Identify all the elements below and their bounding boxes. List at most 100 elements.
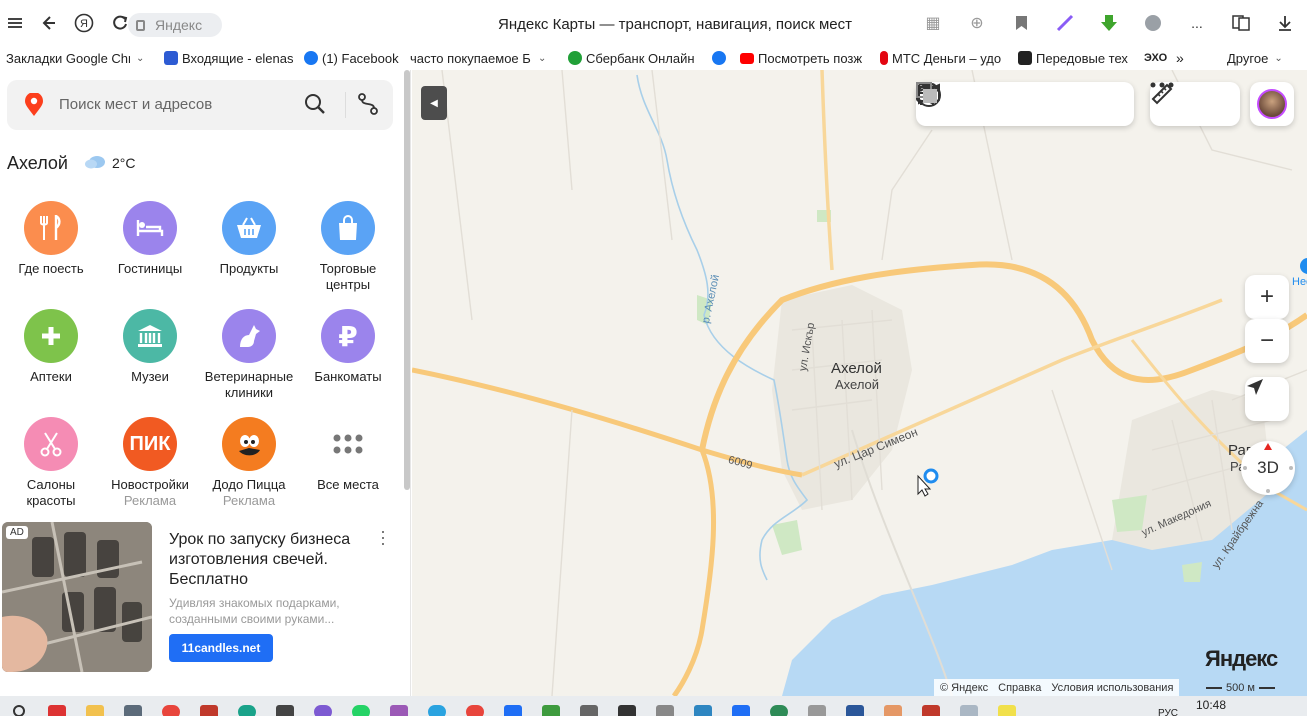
city-name[interactable]: Ахелой bbox=[7, 153, 68, 174]
zoom-in-button[interactable]: + bbox=[1245, 275, 1289, 319]
category-museums[interactable]: Музеи bbox=[101, 309, 199, 385]
browser-actions: ▦ ⊕ ... bbox=[911, 8, 1307, 38]
back-icon[interactable] bbox=[30, 5, 66, 41]
language-indicator[interactable]: РУС bbox=[1158, 708, 1178, 716]
app-icon[interactable] bbox=[538, 696, 564, 716]
category-malls[interactable]: Торговые центры bbox=[299, 201, 397, 293]
search-icon[interactable] bbox=[304, 93, 326, 118]
address-bar[interactable]: Яндекс bbox=[128, 13, 222, 37]
my-location-button[interactable] bbox=[1245, 377, 1289, 421]
app-icon[interactable] bbox=[652, 696, 678, 716]
category-label: Музеи bbox=[131, 369, 169, 384]
category-food[interactable]: Где поесть bbox=[2, 201, 100, 277]
app-icon[interactable] bbox=[690, 696, 716, 716]
app-icon[interactable] bbox=[234, 696, 260, 716]
weather[interactable]: 2°C bbox=[84, 153, 136, 172]
route-icon[interactable] bbox=[357, 92, 379, 119]
bookmark-item[interactable] bbox=[706, 46, 734, 70]
chrome-icon[interactable] bbox=[158, 696, 184, 716]
zoom-icon[interactable]: ⊕ bbox=[955, 8, 999, 38]
search-input[interactable]: Поиск мест и адресов bbox=[59, 96, 212, 113]
ad-link-button[interactable]: 11candles.net bbox=[169, 634, 273, 662]
museum-icon bbox=[123, 309, 177, 363]
category-vet-clinics[interactable]: Ветеринарные клиники bbox=[200, 309, 298, 401]
category-new-buildings[interactable]: ПИК Новостройки Реклама bbox=[101, 417, 199, 509]
download-extension-icon[interactable] bbox=[1087, 8, 1131, 38]
chrome-icon[interactable] bbox=[462, 696, 488, 716]
folder-icon[interactable] bbox=[82, 696, 108, 716]
more-bookmarks-icon[interactable]: » bbox=[1170, 46, 1198, 70]
bookmark-item[interactable]: Сбербанк Онлайн bbox=[562, 46, 706, 70]
terms-link[interactable]: Условия использования bbox=[1051, 682, 1173, 694]
yandex-logo[interactable]: Яндекс bbox=[1205, 646, 1278, 672]
search-icon[interactable] bbox=[6, 696, 32, 716]
map-canvas[interactable]: Ахелой Ахелой ул. Искър ул. Цар Симеон 6… bbox=[412, 70, 1307, 696]
app-icon[interactable] bbox=[918, 696, 944, 716]
category-atms[interactable]: ₽ Банкоматы bbox=[299, 309, 397, 385]
app-icon[interactable] bbox=[614, 696, 640, 716]
app-icon[interactable] bbox=[766, 696, 792, 716]
app-icon[interactable] bbox=[880, 696, 906, 716]
viber-icon[interactable] bbox=[310, 696, 336, 716]
app-icon[interactable] bbox=[272, 696, 298, 716]
calculator-icon[interactable] bbox=[120, 696, 146, 716]
category-pharmacies[interactable]: Аптеки bbox=[2, 309, 100, 385]
basket-icon bbox=[222, 201, 276, 255]
more-menu[interactable]: ... bbox=[1175, 8, 1219, 38]
bookmark-item[interactable]: Посмотреть позж bbox=[734, 46, 874, 70]
bed-icon bbox=[123, 201, 177, 255]
whatsapp-icon[interactable] bbox=[348, 696, 374, 716]
user-avatar[interactable] bbox=[1250, 82, 1294, 126]
bookmark-icon[interactable] bbox=[999, 8, 1043, 38]
bookmark-item[interactable]: МТС Деньги – удо bbox=[874, 46, 1012, 70]
sidebar: Поиск мест и адресов Ахелой 2°C Где поес… bbox=[0, 70, 411, 696]
category-hotels[interactable]: Гостиницы bbox=[101, 201, 199, 277]
bookmark-folder[interactable]: часто покупаемое Б ⌄ bbox=[400, 46, 562, 70]
bookmark-folder[interactable]: Закладки Google Chr ⌄ bbox=[0, 46, 158, 70]
more-vertical-icon[interactable]: · · · bbox=[380, 522, 386, 552]
ad-image[interactable]: AD bbox=[2, 522, 152, 672]
menu-icon[interactable] bbox=[0, 5, 30, 41]
bookmark-item[interactable]: ЭХО bbox=[1138, 46, 1170, 70]
sidebar-scrollbar[interactable] bbox=[404, 70, 410, 490]
downloads-icon[interactable] bbox=[1263, 8, 1307, 38]
app-icon[interactable] bbox=[196, 696, 222, 716]
browser-toolbar: Я Яндекс Яндекс Карты — транспорт, навиг… bbox=[0, 0, 1307, 46]
collections-icon[interactable] bbox=[1219, 8, 1263, 38]
globe-extension-icon[interactable] bbox=[1131, 8, 1175, 38]
ad-banner[interactable]: AD Урок по запуску бизнеса изготовления … bbox=[2, 522, 402, 672]
help-link[interactable]: Справка bbox=[998, 682, 1041, 694]
clock[interactable]: 10:48 bbox=[1196, 698, 1226, 712]
bookmark-item[interactable]: Передовые тех bbox=[1012, 46, 1138, 70]
bookmark-item[interactable]: Входящие - elenas bbox=[158, 46, 298, 70]
feather-extension-icon[interactable] bbox=[1043, 8, 1087, 38]
translate-icon[interactable]: ▦ bbox=[911, 8, 955, 38]
bookmark-item[interactable]: (1) Facebook bbox=[298, 46, 400, 70]
search-box[interactable]: Поиск мест и адресов bbox=[7, 80, 393, 130]
app-icon[interactable] bbox=[994, 696, 1020, 716]
app-icon[interactable] bbox=[576, 696, 602, 716]
view-3d-button[interactable]: 3D bbox=[1241, 441, 1295, 495]
collapse-sidebar-button[interactable]: ◀ bbox=[421, 86, 447, 120]
word-icon[interactable] bbox=[842, 696, 868, 716]
category-groceries[interactable]: Продукты bbox=[200, 201, 298, 277]
category-label: Все места bbox=[317, 477, 379, 492]
category-beauty-salons[interactable]: Салоны красоты bbox=[2, 417, 100, 509]
app-icon[interactable] bbox=[44, 696, 70, 716]
map-label-town[interactable]: Ахелой bbox=[831, 360, 882, 377]
yandex-home-icon[interactable]: Я bbox=[66, 5, 102, 41]
app-icon[interactable] bbox=[500, 696, 526, 716]
other-bookmarks[interactable]: Другое ⌄ bbox=[1221, 46, 1307, 70]
app-icon[interactable] bbox=[386, 696, 412, 716]
ad-title[interactable]: Урок по запуску бизнеса изготовления све… bbox=[169, 530, 379, 590]
app-icon[interactable] bbox=[728, 696, 754, 716]
app-icon[interactable] bbox=[956, 696, 982, 716]
zoom-out-button[interactable]: − bbox=[1245, 319, 1289, 363]
app-icon[interactable] bbox=[804, 696, 830, 716]
avatar-image bbox=[1257, 89, 1287, 119]
echo-icon: ЭХО bbox=[1144, 52, 1168, 64]
category-dodo-pizza[interactable]: Додо Пицца Реклама bbox=[200, 417, 298, 509]
copyright[interactable]: © Яндекс bbox=[940, 682, 988, 694]
telegram-icon[interactable] bbox=[424, 696, 450, 716]
category-all-places[interactable]: Все места bbox=[299, 417, 397, 493]
